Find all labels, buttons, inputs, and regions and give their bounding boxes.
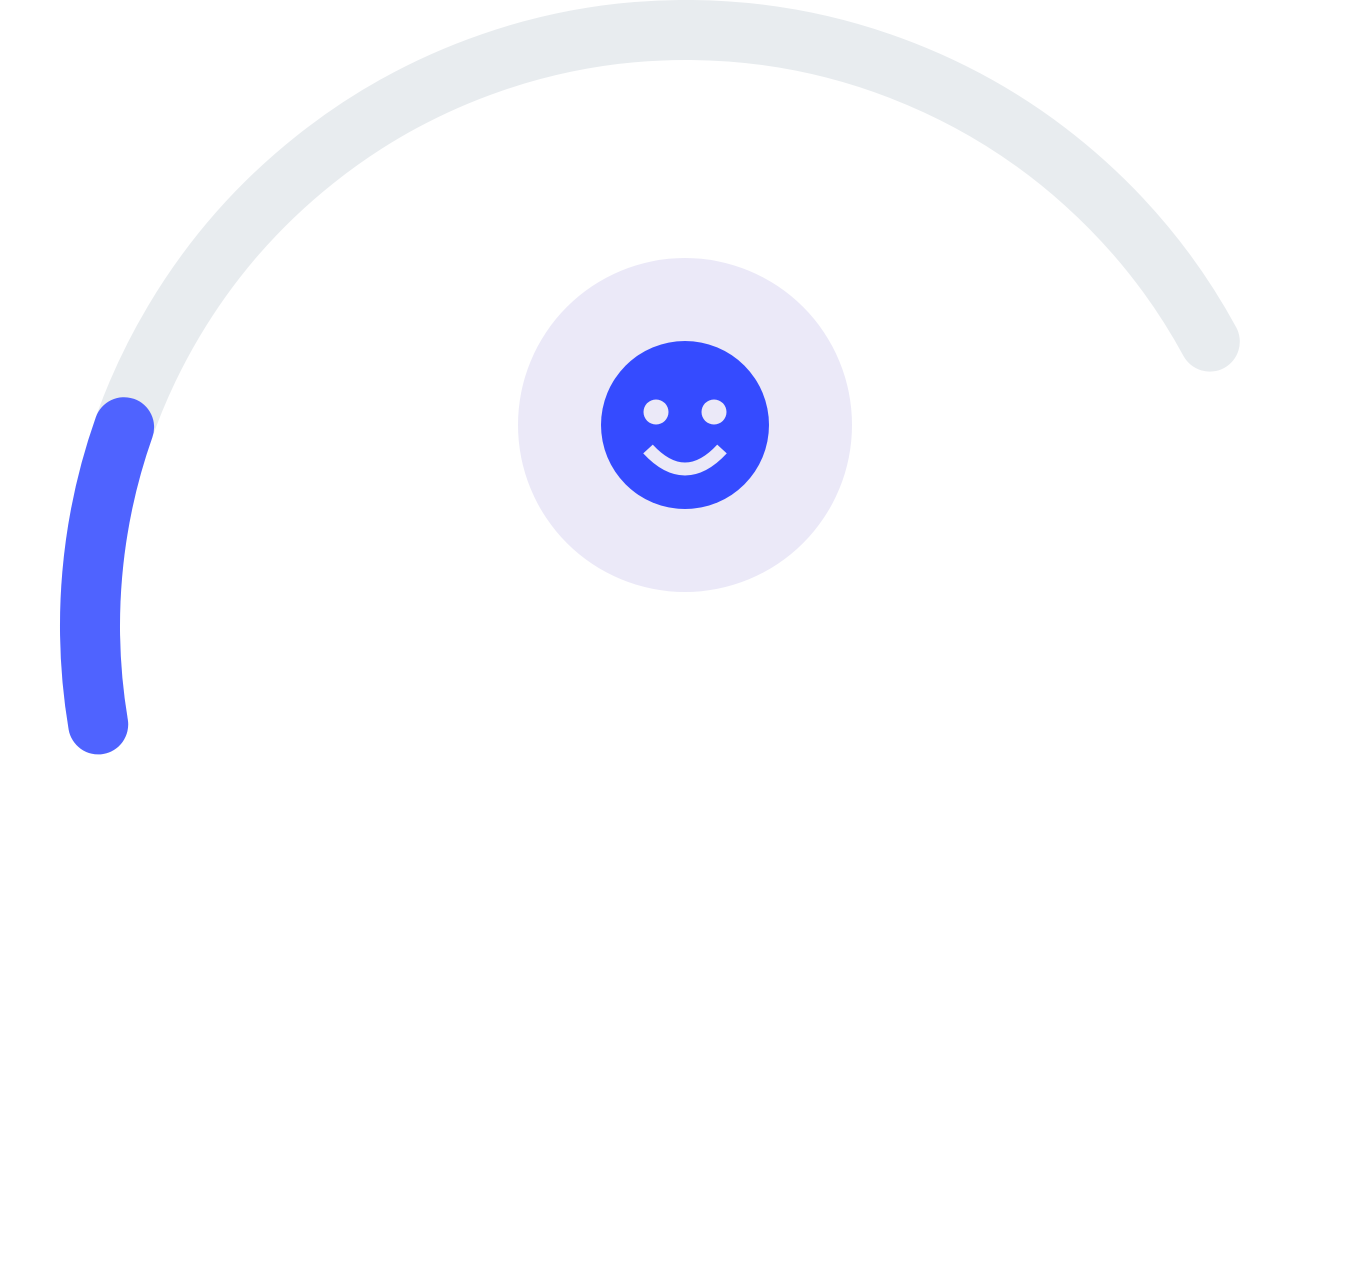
gauge-fill-arc bbox=[60, 397, 155, 755]
smiley-face-icon bbox=[601, 341, 769, 509]
gauge-ring bbox=[60, 0, 1240, 755]
gauge-widget bbox=[0, 0, 1372, 1278]
mood-badge bbox=[518, 258, 852, 592]
